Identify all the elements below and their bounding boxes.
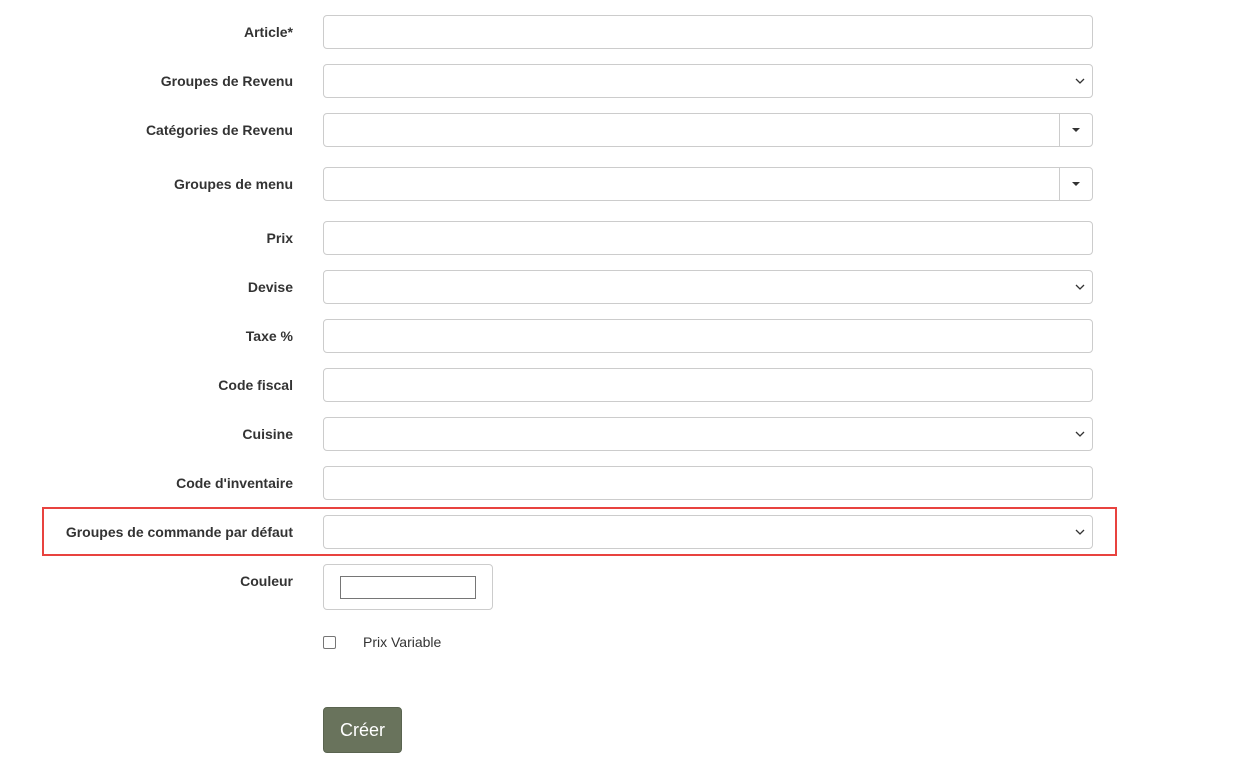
devise-select[interactable] xyxy=(323,270,1093,304)
caret-down-icon xyxy=(1072,128,1080,132)
chevron-down-icon xyxy=(1075,431,1085,437)
prix-label: Prix xyxy=(266,230,293,246)
chevron-down-icon xyxy=(1075,529,1085,535)
prix-input[interactable] xyxy=(323,221,1093,255)
prix-variable-checkbox[interactable] xyxy=(323,636,336,649)
prix-variable-label[interactable]: Prix Variable xyxy=(363,634,441,650)
groupes-menu-toggle-button[interactable] xyxy=(1059,168,1092,200)
caret-down-icon xyxy=(1072,182,1080,186)
code-inventaire-input[interactable] xyxy=(323,466,1093,500)
categories-revenu-dropdown[interactable] xyxy=(323,113,1093,147)
color-swatch[interactable] xyxy=(340,576,476,599)
groupes-commande-select[interactable] xyxy=(323,515,1093,549)
taxe-input[interactable] xyxy=(323,319,1093,353)
cuisine-select[interactable] xyxy=(323,417,1093,451)
item-form: Article* Groupes de Revenu Catégories de… xyxy=(0,0,1250,762)
code-fiscal-input[interactable] xyxy=(323,368,1093,402)
categories-revenu-toggle-button[interactable] xyxy=(1059,114,1092,146)
code-fiscal-label: Code fiscal xyxy=(218,377,293,393)
groupes-revenu-label: Groupes de Revenu xyxy=(160,73,293,89)
groupes-commande-label: Groupes de commande par défaut xyxy=(65,524,293,540)
categories-revenu-label: Catégories de Revenu xyxy=(145,122,293,138)
cuisine-label: Cuisine xyxy=(242,426,293,442)
chevron-down-icon xyxy=(1075,284,1085,290)
create-button[interactable]: Créer xyxy=(323,707,402,753)
article-label: Article* xyxy=(243,24,293,40)
chevron-down-icon xyxy=(1075,78,1085,84)
article-input[interactable] xyxy=(323,15,1093,49)
taxe-label: Taxe % xyxy=(245,328,293,344)
couleur-picker[interactable] xyxy=(323,564,493,610)
couleur-label: Couleur xyxy=(240,573,293,589)
groupes-menu-label: Groupes de menu xyxy=(173,176,293,192)
groupes-menu-dropdown[interactable] xyxy=(323,167,1093,201)
devise-label: Devise xyxy=(247,279,293,295)
groupes-revenu-select[interactable] xyxy=(323,64,1093,98)
code-inventaire-label: Code d'inventaire xyxy=(176,475,293,491)
